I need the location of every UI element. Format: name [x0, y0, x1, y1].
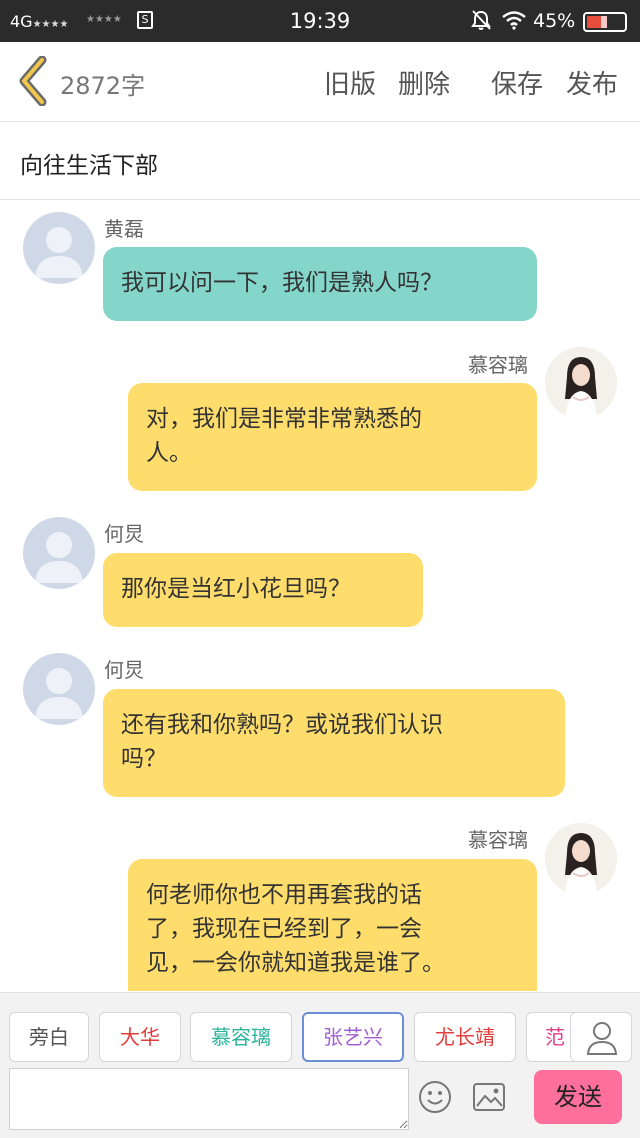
battery-icon	[583, 12, 627, 32]
role-chip[interactable]: 大华	[99, 1012, 181, 1062]
default-avatar[interactable]	[23, 212, 95, 284]
role-selector-bar: 旁白 大华 慕容璃 张艺兴 尤长靖 范	[0, 992, 640, 1068]
story-title[interactable]: 向往生活下部	[20, 146, 158, 180]
speaker-name: 慕容璃	[468, 353, 528, 377]
user-avatar[interactable]	[545, 823, 617, 895]
role-chip-narrator[interactable]: 旁白	[9, 1012, 89, 1062]
message-bubble[interactable]: 还有我和你熟吗？或说我们认识 吗？	[103, 689, 565, 797]
message-line: 还有我和你熟吗？或说我们认识	[121, 712, 443, 738]
message-bubble[interactable]: 我可以问一下，我们是熟人吗？	[103, 247, 537, 321]
role-chip-selected[interactable]: 张艺兴	[302, 1012, 404, 1062]
person-silhouette-icon	[35, 227, 83, 278]
smiley-icon[interactable]	[418, 1080, 452, 1114]
role-chip[interactable]: 尤长靖	[414, 1012, 516, 1062]
person-silhouette-icon	[35, 532, 83, 583]
message-line: 对，我们是非常非常熟悉的	[146, 406, 422, 432]
message-bubble[interactable]: 何老师你也不用再套我的话 了，我现在已经到了，一会 见，一会你就知道我是谁了。	[128, 859, 537, 991]
publish-button[interactable]: 发布	[566, 64, 618, 101]
role-label: 尤长靖	[435, 1025, 495, 1049]
speaker-name: 黄磊	[104, 217, 144, 241]
message-list[interactable]: 黄磊 我可以问一下，我们是熟人吗？ 慕容璃 对，我们是非常非常熟悉的 人。 何炅…	[0, 201, 640, 991]
message-line: 见，一会你就知道我是谁了。	[146, 950, 445, 976]
portrait-icon	[545, 823, 617, 895]
chevron-left-icon[interactable]	[14, 56, 54, 106]
old-version-button[interactable]: 旧版	[324, 64, 376, 101]
speaker-name: 慕容璃	[468, 828, 528, 852]
wifi-icon	[502, 11, 526, 30]
delete-button[interactable]: 删除	[398, 64, 450, 101]
message-line: 我可以问一下，我们是熟人吗？	[121, 270, 443, 296]
person-icon	[586, 1022, 618, 1055]
battery-percent: 45%	[533, 10, 576, 32]
role-label: 范	[545, 1025, 565, 1049]
speaker-name: 何炅	[104, 658, 144, 682]
message-line: 吗？	[121, 746, 167, 772]
image-icon[interactable]	[472, 1082, 506, 1112]
role-chip[interactable]: 慕容璃	[190, 1012, 292, 1062]
message-bubble[interactable]: 那你是当红小花旦吗？	[103, 553, 423, 627]
role-label: 张艺兴	[323, 1025, 383, 1049]
role-label: 慕容璃	[211, 1025, 271, 1049]
story-title-bar[interactable]: 向往生活下部	[0, 122, 640, 200]
mute-bell-icon	[471, 10, 491, 30]
portrait-icon	[545, 347, 617, 419]
default-avatar[interactable]	[23, 517, 95, 589]
word-count: 2872字	[60, 72, 146, 100]
editor-toolbar: 2872字 旧版 删除 保存 发布	[0, 42, 640, 122]
input-bar: 发送	[0, 1068, 640, 1138]
message-line: 人。	[146, 440, 192, 466]
role-manage-button[interactable]	[570, 1012, 632, 1062]
user-avatar[interactable]	[545, 347, 617, 419]
message-bubble[interactable]: 对，我们是非常非常熟悉的 人。	[128, 383, 537, 491]
message-line: 何老师你也不用再套我的话	[146, 882, 422, 908]
send-button[interactable]: 发送	[534, 1070, 622, 1124]
role-label: 旁白	[29, 1025, 69, 1049]
person-silhouette-icon	[35, 668, 83, 719]
save-button[interactable]: 保存	[491, 64, 543, 101]
role-label: 大华	[120, 1025, 160, 1049]
message-line: 了，我现在已经到了，一会	[146, 916, 422, 942]
speaker-name: 何炅	[104, 522, 144, 546]
status-bar: 4G★★★★ ★★★★ S 19:39 45%	[0, 0, 640, 42]
message-input[interactable]	[9, 1068, 409, 1130]
message-line: 那你是当红小花旦吗？	[121, 576, 351, 602]
default-avatar[interactable]	[23, 653, 95, 725]
